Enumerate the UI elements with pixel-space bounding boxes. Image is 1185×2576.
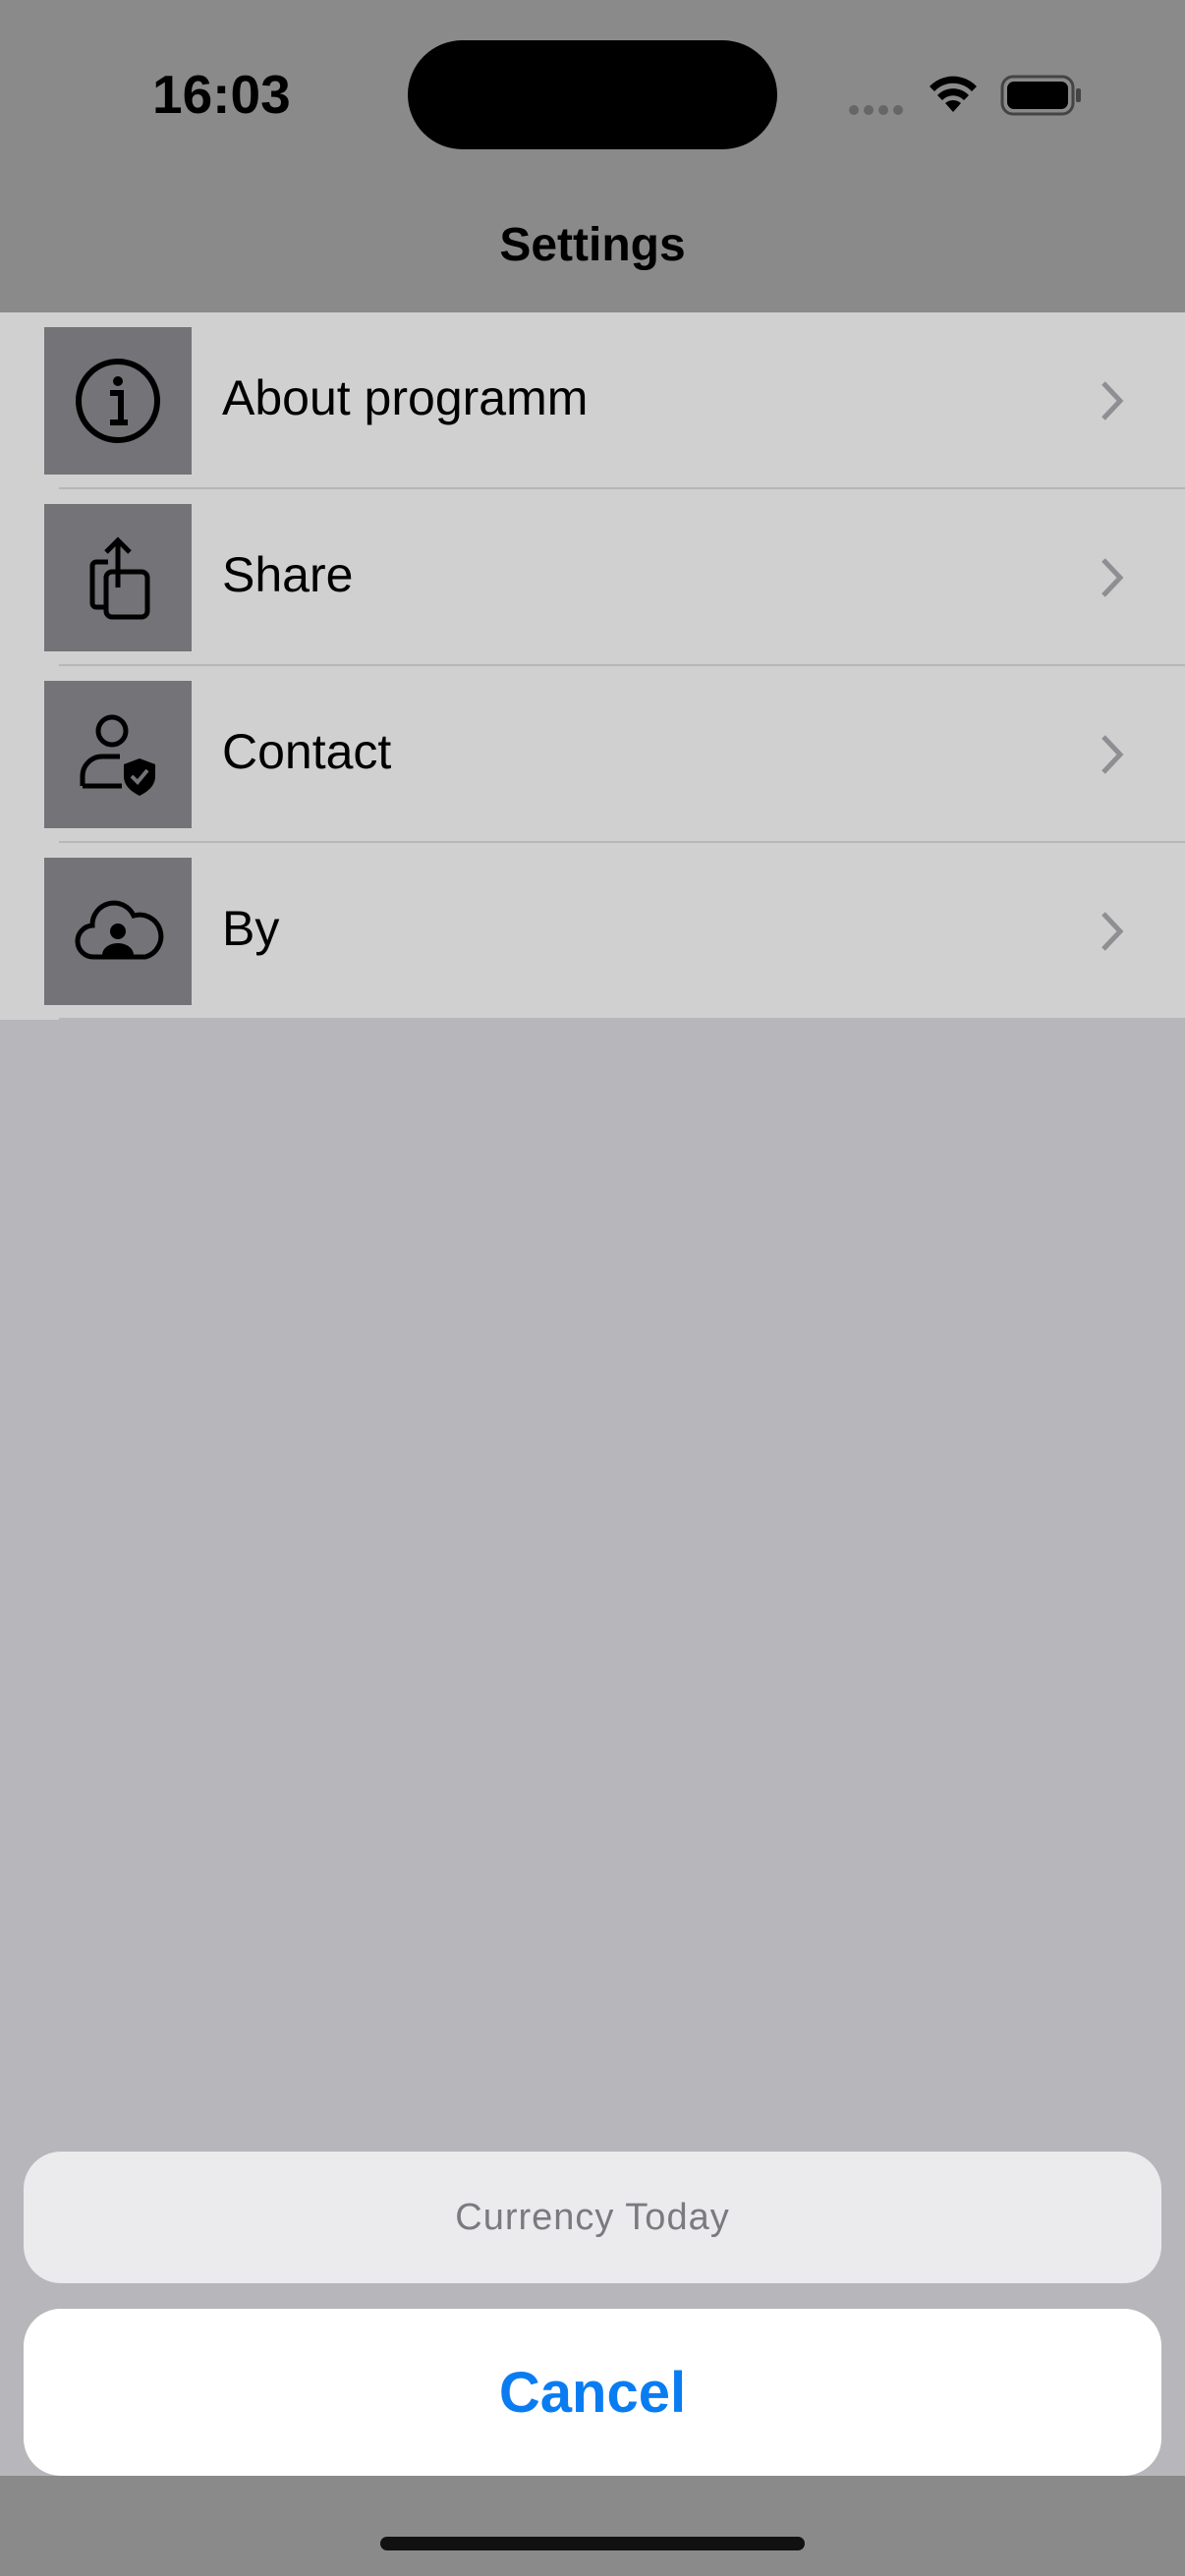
action-sheet-title-text: Currency Today [455,2196,730,2238]
cellular-signal-icon [849,102,908,120]
bottom-safe-area [0,2476,1185,2576]
settings-item-by[interactable]: By [0,843,1185,1020]
settings-item-contact[interactable]: Contact [0,666,1185,843]
share-icon [44,504,192,651]
cloud-person-icon [44,858,192,1005]
status-time: 16:03 [152,64,291,125]
settings-item-label: About programm [222,370,589,425]
settings-list: About programm Share Contact By [0,312,1185,1020]
settings-item-about[interactable]: About programm [0,312,1185,489]
battery-icon [1000,75,1081,116]
chevron-right-icon [1101,912,1124,951]
action-sheet-title: Currency Today [24,2152,1161,2283]
contact-verified-icon [44,681,192,828]
settings-item-share[interactable]: Share [0,489,1185,666]
status-bar: 16:03 [0,0,1185,183]
cancel-button[interactable]: Cancel [24,2309,1161,2476]
dynamic-island [408,40,777,149]
settings-item-label: Contact [222,724,392,779]
wifi-icon [930,76,977,112]
settings-item-label: By [222,901,280,956]
page-title: Settings [499,219,686,271]
cancel-button-label: Cancel [498,2360,687,2425]
background-dimmed-area [0,1022,1185,2240]
chevron-right-icon [1101,735,1124,774]
row-divider [59,1018,1185,1020]
home-indicator[interactable] [380,2537,805,2550]
chevron-right-icon [1101,381,1124,420]
info-icon [44,327,192,475]
settings-item-label: Share [222,547,354,602]
chevron-right-icon [1101,558,1124,597]
navigation-bar: Settings [0,183,1185,312]
